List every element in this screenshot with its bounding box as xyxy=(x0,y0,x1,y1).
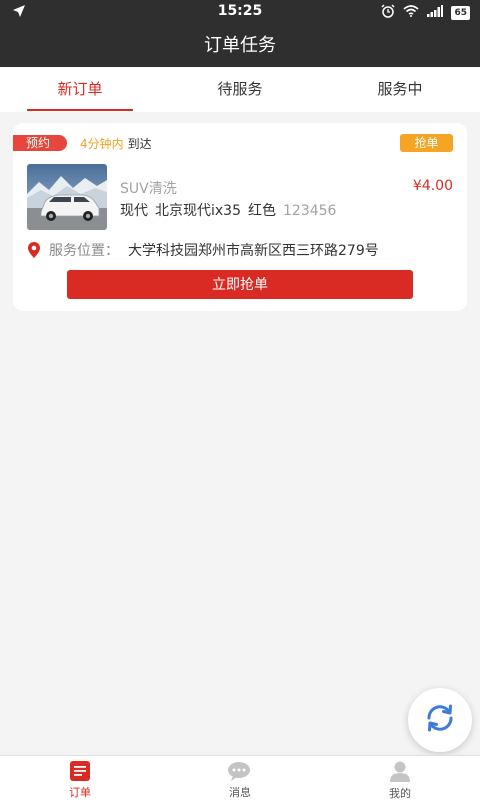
order-tabs: 新订单 待服务 服务中 xyxy=(0,67,480,112)
service-type: SUV清洗 xyxy=(120,181,177,197)
eta-time: 4分钟内 xyxy=(80,137,124,151)
car-model: 北京现代ix35 xyxy=(155,203,241,219)
nav-profile[interactable]: 我的 xyxy=(320,756,480,800)
nav-orders-label: 订单 xyxy=(69,786,91,799)
page-title: 订单任务 xyxy=(0,24,480,67)
refresh-icon xyxy=(423,701,457,739)
license-plate: 123456 xyxy=(283,203,337,219)
car-color: 红色 xyxy=(248,203,276,219)
refresh-button[interactable] xyxy=(408,688,472,752)
bottom-nav: 订单 消息 我的 xyxy=(0,755,480,800)
order-card[interactable]: 预约 4分钟内 到达 抢单 SUV清洗 ¥4.00 现代 北京现代ix35 红色 123… xyxy=(13,123,467,311)
car-info: 现代 北京现代ix35 红色 123456 xyxy=(120,200,336,220)
signal-icon xyxy=(427,5,444,21)
grab-order-badge: 抢单 xyxy=(400,134,453,152)
profile-icon xyxy=(389,760,411,782)
location-pin-icon xyxy=(27,241,41,259)
reservation-badge: 预约 xyxy=(13,135,67,151)
order-price: ¥4.00 xyxy=(412,178,453,194)
alarm-icon xyxy=(381,4,395,22)
battery-icon: 65 xyxy=(451,6,470,20)
tab-pending-service[interactable]: 待服务 xyxy=(160,67,320,112)
order-list-icon xyxy=(70,760,90,781)
wifi-icon xyxy=(403,5,419,21)
eta-text: 4分钟内 到达 xyxy=(80,135,152,152)
nav-orders[interactable]: 订单 xyxy=(0,756,160,800)
car-brand: 现代 xyxy=(120,203,148,219)
location-address: 大学科技园郑州市高新区西三环路279号 xyxy=(128,243,379,259)
location-label: 服务位置： xyxy=(49,243,119,259)
service-location: 服务位置： 大学科技园郑州市高新区西三环路279号 xyxy=(27,240,379,260)
tab-in-service[interactable]: 服务中 xyxy=(320,67,480,112)
eta-label: 到达 xyxy=(127,137,152,151)
message-icon xyxy=(227,760,253,781)
grab-order-button[interactable]: 立即抢单 xyxy=(67,270,413,299)
tab-new-orders[interactable]: 新订单 xyxy=(0,67,160,112)
car-image xyxy=(27,164,107,230)
nav-messages[interactable]: 消息 xyxy=(160,756,320,800)
nav-messages-label: 消息 xyxy=(229,786,251,799)
nav-profile-label: 我的 xyxy=(389,787,411,800)
status-bar: 15:25 65 xyxy=(0,0,480,24)
